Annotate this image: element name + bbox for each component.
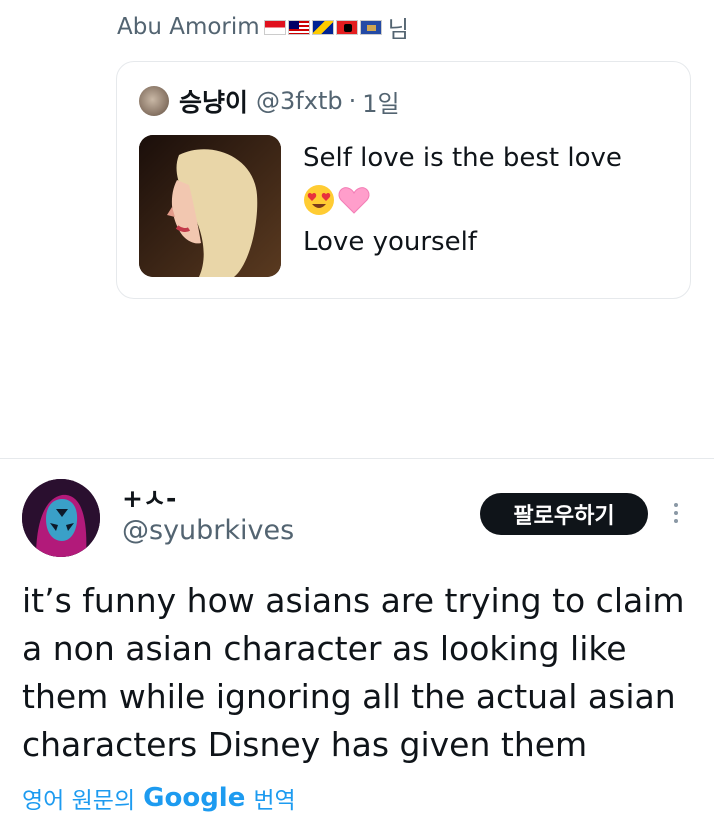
translate-prefix: 영어 원문의 (22, 788, 136, 814)
quote-media-thumbnail[interactable] (139, 135, 281, 277)
quote-line-3: Love yourself (303, 227, 477, 257)
quote-timestamp[interactable]: 1일 (362, 84, 399, 119)
quote-avatar[interactable] (139, 86, 169, 116)
flag-list (263, 19, 382, 35)
reply-context: Abu Amorim 님 (117, 12, 409, 43)
pink-heart-emoji-icon (338, 187, 370, 214)
reply-suffix: 님 (387, 17, 409, 43)
kosovo-flag-icon (359, 19, 382, 35)
tweet-text: it’s funny how asians are trying to clai… (22, 581, 685, 764)
heart-eyes-emoji-icon (304, 185, 334, 215)
quote-author-handle: @3fxtb (256, 87, 343, 115)
tweet-author-name[interactable]: +ㅅ- (122, 479, 176, 515)
quote-body: Self love is the best love Love yourself (303, 137, 622, 263)
bosnia-flag-icon (311, 19, 334, 35)
quote-separator: · (348, 87, 357, 115)
follow-button[interactable]: 팔로우하기 (480, 493, 648, 535)
quote-card[interactable]: 승냥이 @3fxtb · 1일 Self love is the best lo… (116, 61, 691, 299)
translate-link[interactable]: 영어 원문의 Google 번역 (22, 781, 296, 815)
quote-line-1: Self love is the best love (303, 143, 622, 173)
section-divider (0, 458, 714, 459)
quote-header: 승냥이 @3fxtb · 1일 (139, 84, 400, 118)
google-logo: Google (143, 783, 246, 813)
tweet-author-handle[interactable]: @syubrkives (122, 515, 294, 546)
reply-author[interactable]: Abu Amorim (117, 14, 260, 40)
albania-flag-icon (335, 19, 358, 35)
translate-suffix: 번역 (253, 788, 296, 814)
tweet-avatar[interactable] (22, 479, 100, 557)
quote-emoji-row (303, 179, 622, 221)
more-options-icon[interactable] (664, 498, 688, 528)
indonesia-flag-icon (263, 19, 286, 35)
malaysia-flag-icon (287, 19, 310, 35)
quote-author-name[interactable]: 승냥이 (179, 83, 248, 119)
